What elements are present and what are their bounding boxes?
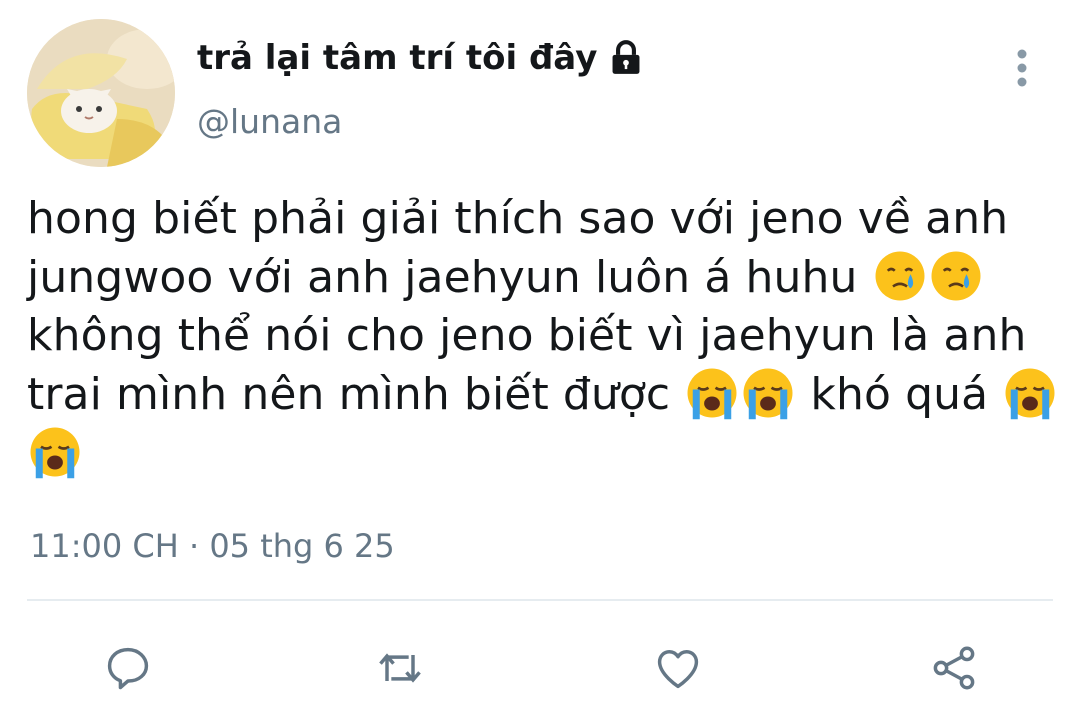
display-name-text: trả lại tâm trí tôi đây	[197, 38, 598, 78]
tweet-detail: trả lại tâm trí tôi đây @lunana hong biế…	[0, 0, 1080, 724]
tweet-timestamp[interactable]: 11:00 CH · 05 thg 6 25	[30, 527, 395, 565]
share-button[interactable]	[926, 640, 982, 696]
loudly-crying-face-emoji	[687, 368, 737, 420]
tweet-line: jungwoo với anh jaehyun luôn á huhu	[27, 248, 1067, 307]
lock-icon	[612, 40, 640, 74]
tweet-line: hong biết phải giải thích sao với jeno v…	[27, 190, 1067, 248]
face-holding-back-tears-emoji	[875, 251, 925, 301]
tweet-line	[27, 424, 1067, 483]
loudly-crying-face-emoji	[30, 427, 80, 479]
more-dots-icon	[1017, 49, 1027, 87]
cat-avatar-image	[27, 19, 175, 167]
tweet-line-text: hong biết phải giải thích sao với jeno v…	[27, 193, 1009, 244]
tweet-line-text: trai mình nên mình biết được	[27, 369, 685, 420]
divider	[27, 599, 1053, 601]
display-name[interactable]: trả lại tâm trí tôi đây	[197, 38, 645, 78]
tweet-line-text: khó quá	[796, 369, 1003, 420]
reply-button[interactable]	[100, 640, 156, 696]
tweet-text: hong biết phải giải thích sao với jeno v…	[27, 190, 1067, 483]
reply-icon	[107, 647, 149, 690]
tweet-line: không thể nói cho jeno biết vì jaehyun l…	[27, 307, 1067, 365]
loudly-crying-face-emoji	[743, 368, 793, 420]
retweet-button[interactable]	[372, 640, 428, 696]
like-button[interactable]	[650, 640, 706, 696]
share-icon	[933, 646, 975, 690]
retweet-icon	[379, 653, 421, 683]
user-handle[interactable]: @lunana	[197, 102, 342, 141]
tweet-line-text: jungwoo với anh jaehyun luôn á huhu	[27, 252, 872, 303]
face-holding-back-tears-emoji	[931, 251, 981, 301]
tweet-line-text: không thể nói cho jeno biết vì jaehyun l…	[27, 310, 1027, 361]
avatar[interactable]	[27, 19, 175, 167]
tweet-line: trai mình nên mình biết được khó quá	[27, 365, 1067, 424]
more-vertical-icon[interactable]	[1002, 46, 1042, 90]
loudly-crying-face-emoji	[1005, 368, 1055, 420]
heart-icon	[657, 650, 699, 689]
